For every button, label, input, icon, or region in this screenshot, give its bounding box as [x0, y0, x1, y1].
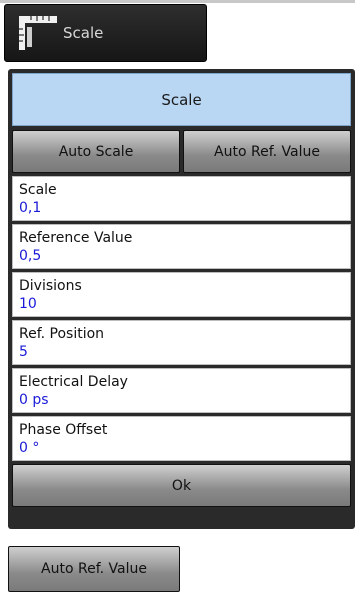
- auto-ref-value-button[interactable]: Auto Ref. Value: [183, 130, 351, 173]
- field-label: Divisions: [19, 277, 82, 294]
- ok-button[interactable]: Ok: [12, 464, 351, 507]
- scale-dialog: Scale Auto Scale Auto Ref. Value Scale 0…: [8, 69, 355, 529]
- field-value: 10: [19, 295, 37, 312]
- field-label: Reference Value: [19, 229, 133, 246]
- field-label: Scale: [19, 181, 57, 198]
- field-label: Electrical Delay: [19, 373, 128, 390]
- field-label: Phase Offset: [19, 421, 108, 438]
- top-divider: [0, 0, 355, 3]
- auto-scale-button[interactable]: Auto Scale: [12, 130, 180, 173]
- scale-field[interactable]: Scale 0,1: [12, 176, 351, 221]
- scale-tile-button[interactable]: Scale: [4, 4, 207, 62]
- divisions-field[interactable]: Divisions 10: [12, 272, 351, 317]
- auto-ref-value-button-standalone[interactable]: Auto Ref. Value: [8, 546, 180, 592]
- ref-position-field[interactable]: Ref. Position 5: [12, 320, 351, 365]
- phase-offset-field[interactable]: Phase Offset 0 °: [12, 416, 351, 461]
- field-label: Ref. Position: [19, 325, 105, 342]
- electrical-delay-field[interactable]: Electrical Delay 0 ps: [12, 368, 351, 413]
- dialog-title: Scale: [12, 73, 351, 126]
- field-value: 0,1: [19, 199, 42, 216]
- reference-value-field[interactable]: Reference Value 0,5: [12, 224, 351, 269]
- field-value: 5: [19, 343, 28, 360]
- scale-tile-label: Scale: [63, 24, 104, 42]
- field-value: 0 °: [19, 439, 40, 456]
- field-value: 0 ps: [19, 391, 49, 408]
- ruler-icon: [19, 16, 57, 50]
- auto-button-row: Auto Scale Auto Ref. Value: [12, 130, 351, 173]
- field-value: 0,5: [19, 247, 42, 264]
